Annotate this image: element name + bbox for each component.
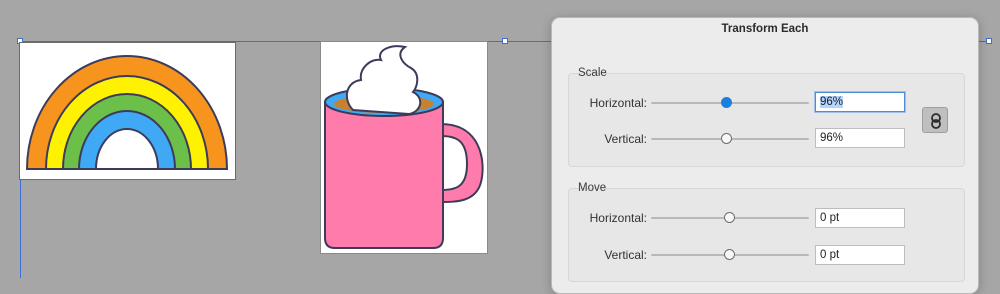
move-vertical-slider-knob[interactable] (724, 249, 735, 260)
scale-section (568, 73, 965, 167)
move-vertical-value: 0 pt (820, 249, 840, 261)
move-vertical-label: Vertical: (604, 248, 647, 262)
move-horizontal-label: Horizontal: (589, 211, 647, 225)
move-section-label: Move (578, 182, 607, 194)
scale-horizontal-field[interactable]: 96% (815, 92, 905, 112)
selection-handle-top-center[interactable] (502, 38, 508, 44)
link-icon (931, 113, 941, 129)
move-horizontal-slider-knob[interactable] (724, 212, 735, 223)
transform-each-dialog: Transform Each Scale Horizontal: 96% Ver… (551, 17, 979, 294)
scale-vertical-label: Vertical: (604, 132, 647, 146)
constrain-proportions-button[interactable] (922, 107, 948, 133)
scale-horizontal-value: 96% (820, 96, 844, 108)
rainbow-artwork[interactable] (19, 42, 236, 180)
dialog-title: Transform Each (721, 23, 809, 35)
scale-horizontal-label: Horizontal: (589, 96, 647, 110)
move-section (568, 188, 965, 282)
scale-section-label: Scale (578, 67, 607, 79)
move-vertical-field[interactable]: 0 pt (815, 245, 905, 265)
move-horizontal-field[interactable]: 0 pt (815, 208, 905, 228)
mug-artwork[interactable] (320, 41, 488, 254)
selection-handle-top-right[interactable] (986, 38, 992, 44)
scale-vertical-field[interactable]: 96% (815, 128, 905, 148)
move-horizontal-value: 0 pt (820, 212, 840, 224)
scale-vertical-value: 96% (820, 132, 844, 144)
